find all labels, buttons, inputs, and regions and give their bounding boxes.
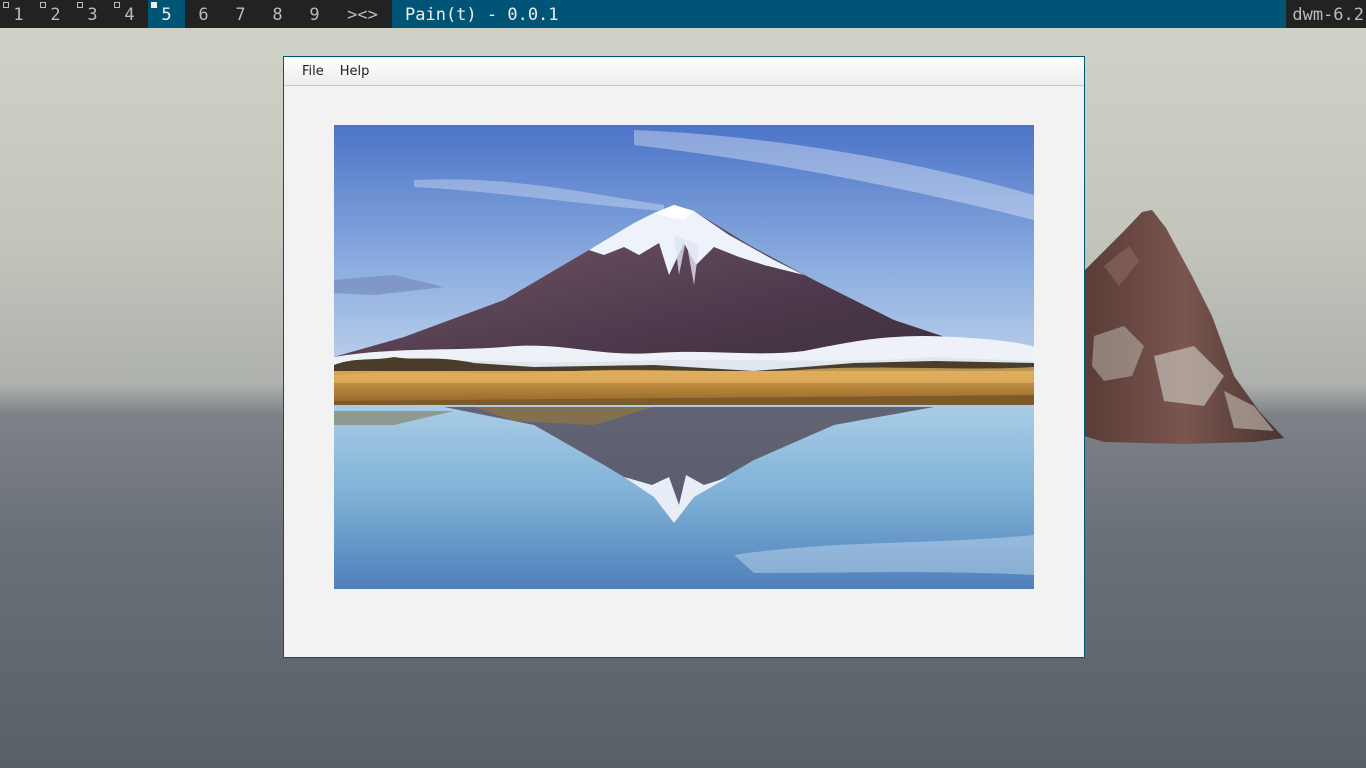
tag-label: 9 (309, 5, 320, 25)
tag-label: 5 (161, 5, 172, 25)
dwm-bar: 1 2 3 4 5 6 7 8 9 ><> Pain(t) - 0.0.1 dw… (0, 0, 1366, 28)
tag-occupied-indicator (114, 2, 120, 8)
tag-8[interactable]: 8 (259, 0, 296, 28)
menu-bar: File Help (284, 57, 1084, 86)
tag-label: 1 (13, 5, 24, 25)
tag-occupied-indicator (151, 2, 157, 8)
focused-window-title: Pain(t) - 0.0.1 (392, 0, 1286, 28)
tag-3[interactable]: 3 (74, 0, 111, 28)
tag-1[interactable]: 1 (0, 0, 37, 28)
file-menu[interactable]: File (294, 57, 332, 87)
tag-occupied-indicator (3, 2, 9, 8)
tag-6[interactable]: 6 (185, 0, 222, 28)
tag-label: 3 (87, 5, 98, 25)
paint-app-window: File Help (283, 56, 1085, 658)
tag-4[interactable]: 4 (111, 0, 148, 28)
tag-label: 2 (50, 5, 61, 25)
wallpaper-rock (1084, 210, 1284, 444)
tag-label: 6 (198, 5, 209, 25)
canvas-image[interactable] (334, 125, 1034, 589)
tag-2[interactable]: 2 (37, 0, 74, 28)
mountain-lake-photo (334, 125, 1034, 589)
tag-label: 8 (272, 5, 283, 25)
help-menu[interactable]: Help (332, 57, 378, 87)
tag-label: 7 (235, 5, 246, 25)
tag-label: 4 (124, 5, 135, 25)
layout-symbol[interactable]: ><> (333, 0, 392, 28)
status-text: dwm-6.2 (1292, 5, 1364, 25)
tag-5[interactable]: 5 (148, 0, 185, 28)
tag-occupied-indicator (77, 2, 83, 8)
tag-occupied-indicator (40, 2, 46, 8)
tag-7[interactable]: 7 (222, 0, 259, 28)
tag-9[interactable]: 9 (296, 0, 333, 28)
